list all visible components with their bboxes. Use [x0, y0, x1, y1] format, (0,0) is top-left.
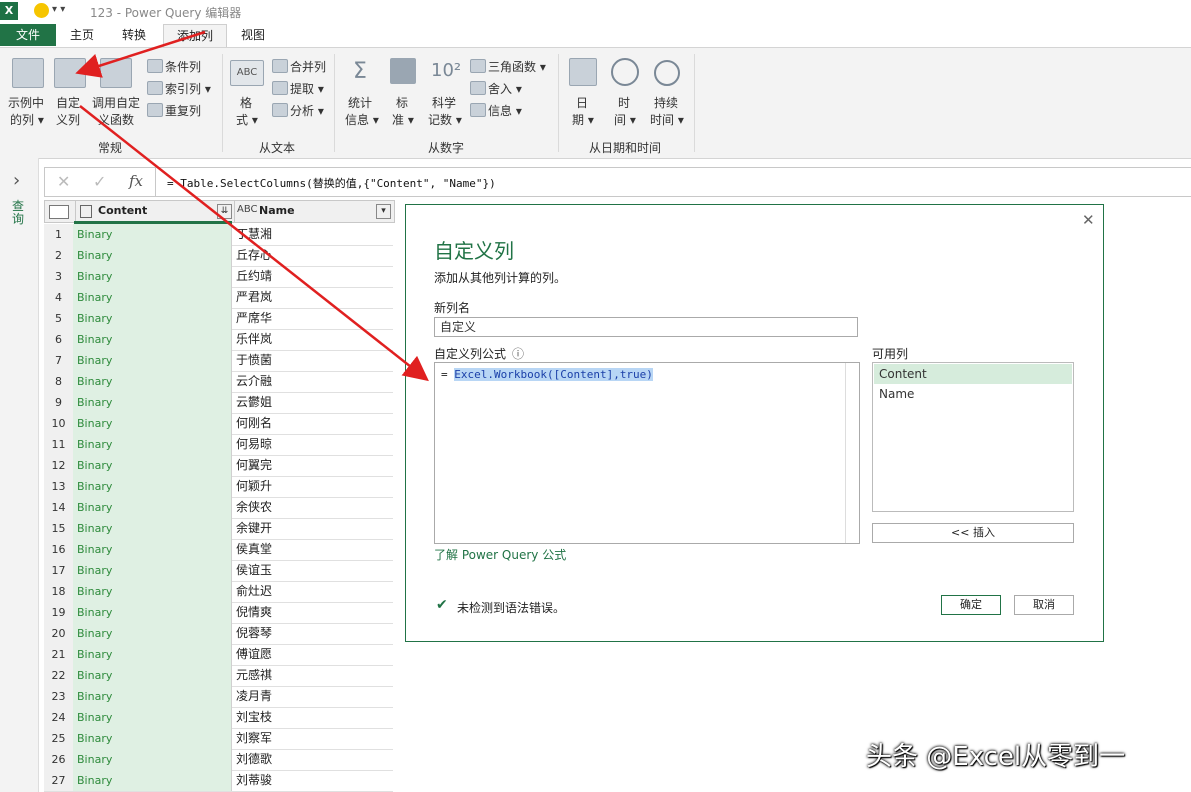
- arrow-to-custom-column: [75, 30, 206, 78]
- arrow-to-formula-editor: [79, 105, 429, 382]
- watermark-text: 头条 @Excel从零到一: [866, 742, 1126, 772]
- annotation-arrows: [75, 30, 429, 382]
